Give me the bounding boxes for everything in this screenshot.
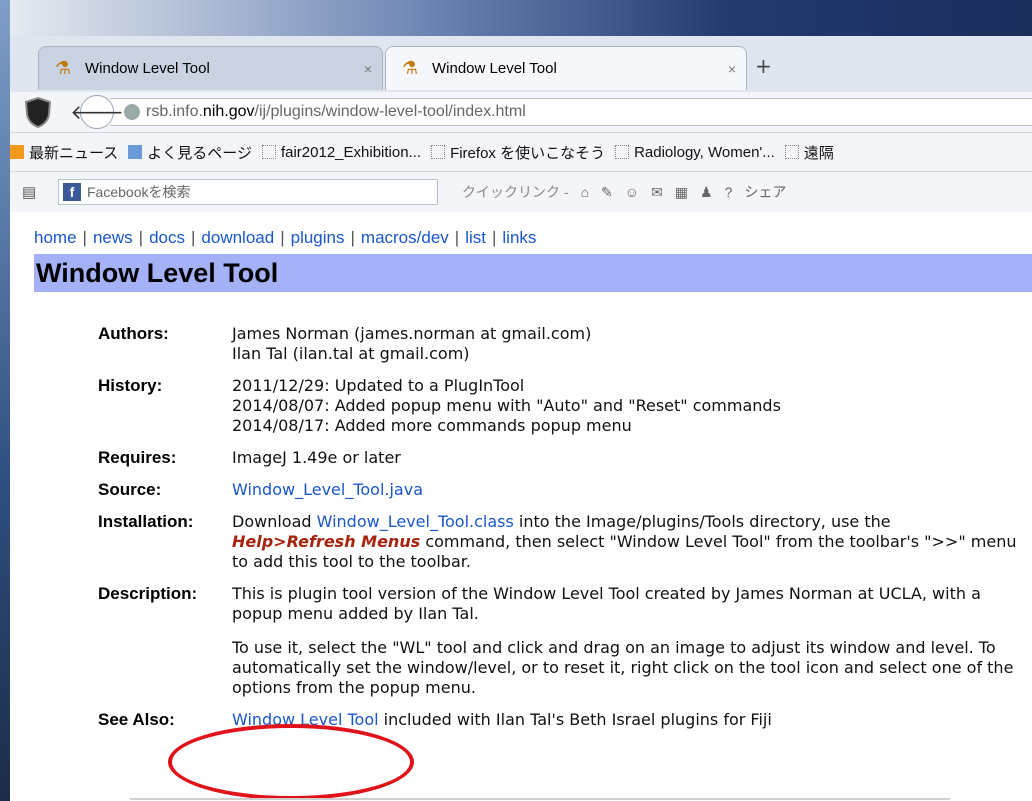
share-button[interactable]: シェア [744,182,786,202]
divider [130,798,950,800]
calendar-icon[interactable]: ▦ [675,184,688,201]
history-label: History: [98,376,163,395]
friends-icon[interactable]: ☺ [625,184,639,200]
menu-reference: Help>Refresh Menus [232,532,421,551]
nav-download[interactable]: download [201,228,274,247]
rss-icon [10,145,24,159]
plugin-info: Authors: James Norman (james.norman at g… [98,324,1018,742]
help-icon[interactable]: ? [725,184,733,200]
close-tab-icon[interactable]: × [718,61,746,77]
window-title-bar [10,0,1032,36]
home-icon[interactable]: ⌂ [581,184,589,200]
tab-window-level-tool-1[interactable]: ⚗ Window Level Tool × [38,46,383,90]
history-line: 2014/08/17: Added more commands popup me… [232,416,632,435]
source-row: Source: Window_Level_Tool.java [98,480,1018,500]
tab-strip: ⚗ Window Level Tool × ⚗ Window Level Too… [10,36,1032,92]
bookmark-label: よく見るページ [147,144,252,162]
back-arrow-icon: 🡐 [70,100,124,124]
author-line: Ilan Tal (ilan.tal at gmail.com) [232,344,470,363]
microscope-icon: ⚗ [401,58,419,78]
bookmark-item[interactable]: Firefox を使いこなそう [431,142,605,163]
microscope-icon: ⚗ [54,58,72,78]
description-paragraph: This is plugin tool version of the Windo… [232,584,981,623]
bookmark-icon [784,145,799,159]
bookmark-item[interactable]: よく見るページ [128,142,252,163]
description-paragraph: To use it, select the "WL" tool and clic… [232,638,1014,697]
bookmark-label: 最新ニュース [29,144,119,162]
bookmark-label: fair2012_Exhibition... [280,143,422,161]
tab-title: Window Level Tool [85,60,210,77]
nav-plugins[interactable]: plugins [291,228,345,247]
nav-docs[interactable]: docs [149,228,185,247]
nav-news[interactable]: news [93,228,133,247]
nav-list[interactable]: list [465,228,486,247]
search-placeholder: Facebookを検索 [87,184,191,200]
bookmark-label: Radiology, Women'... [634,143,775,161]
close-tab-icon[interactable]: × [354,61,382,77]
description-label: Description: [98,584,198,603]
bookmark-item[interactable]: 遠隔 [784,142,834,163]
requires-label: Requires: [98,448,177,467]
history-line: 2011/12/29: Updated to a PlugInTool [232,376,525,395]
page-icon [128,145,143,159]
facebook-icon: f [63,183,81,201]
quicklink-dropdown[interactable]: クイックリンク ‐ [462,182,569,202]
bookmark-label: 遠隔 [803,144,834,162]
nav-home[interactable]: home [34,228,77,247]
bookmark-item[interactable]: Radiology, Women'... [615,144,775,161]
author-line: James Norman (james.norman at gmail.com) [232,324,592,343]
page-content: home | news | docs | download | plugins | macros/d… [10,212,1032,801]
bookmark-icon [261,145,276,159]
source-link[interactable]: Window_Level_Tool.java [232,480,423,499]
feather-icon[interactable]: ✎ [601,184,613,201]
mail-icon[interactable]: ✉ [651,184,663,201]
red-annotation-circle [168,724,414,800]
source-label: Source: [98,480,162,499]
url-path: /ij/plugins/window-level-tool/index.html [254,103,526,120]
see-also-text: included with Ilan Tal's Beth Israel plu… [378,710,772,729]
url-prefix: rsb.info. [146,103,203,120]
history-line: 2014/08/07: Added popup menu with "Auto"… [232,396,781,415]
installation-text: Download Window_Level_Tool.class into th… [232,512,1017,571]
bookmark-icon [431,145,446,159]
bookmark-item[interactable]: 最新ニュース [10,142,118,163]
shield-icon[interactable] [22,96,54,128]
bookmark-icon [615,145,630,159]
nav-links[interactable]: links [502,228,536,247]
tab-window-level-tool-2[interactable]: ⚗ Window Level Tool × [385,46,747,90]
bookmarks-bar: 最新ニュース よく見るページ fair2012_Exhibition... Fi… [10,133,1032,172]
navigation-bar: rsb.info. nih.gov/ij/plugins/window-level… [10,92,1032,133]
class-file-link[interactable]: Window_Level_Tool.class [317,512,514,531]
page-title: Window Level Tool [34,254,1032,292]
url-host: nih.gov [202,103,255,120]
site-navigation: home | news | docs | download | plugins | macros/d… [34,228,537,247]
groups-icon[interactable]: ♟ [700,184,713,201]
history-row: History: 2011/12/29: Updated to a PlugIn… [98,376,1018,436]
requires-row: Requires: ImageJ 1.49e or later [98,448,1018,468]
window-left-frame [0,0,10,801]
back-button[interactable]: 🡐 [70,95,124,129]
authors-label: Authors: [98,324,169,343]
requires-value: ImageJ 1.49e or later [232,448,401,467]
authors-row: Authors: James Norman (james.norman at g… [98,324,1018,364]
description-row: Description: This is plugin tool version… [98,584,1018,698]
see-also-label: See Also: [98,710,175,729]
installation-row: Installation: Download Window_Level_Tool… [98,512,1018,572]
bookmark-item[interactable]: fair2012_Exhibition... [261,143,422,161]
url-bar[interactable]: rsb.info. nih.gov/ij/plugins/window-level… [110,98,1032,126]
bookmark-label: Firefox を使いこなそう [450,144,606,162]
facebook-toolbar: ▤ f Facebookを検索 クイックリンク ‐ ⌂ ✎ ☺ ✉ ▦ ♟ ? … [10,172,1032,213]
menu-icon[interactable]: ▤ [22,181,44,203]
globe-icon [124,104,140,120]
installation-label: Installation: [98,512,194,531]
nav-macros-dev[interactable]: macros/dev [361,228,449,247]
tab-title: Window Level Tool [432,60,557,77]
new-tab-button[interactable]: + [755,54,772,78]
facebook-search-input[interactable]: f Facebookを検索 [58,179,438,205]
